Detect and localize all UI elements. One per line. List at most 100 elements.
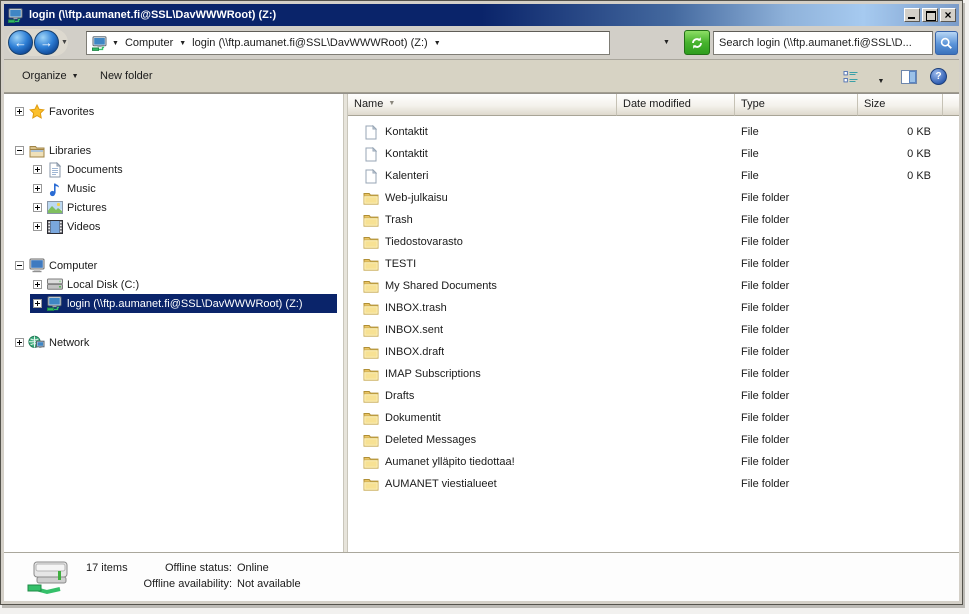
tree-expander[interactable] (33, 280, 42, 289)
recent-pages-dropdown-icon[interactable]: ▼ (61, 39, 68, 46)
file-type: File folder (735, 302, 858, 314)
tree-expander[interactable] (33, 165, 42, 174)
tree-item-label[interactable]: Libraries (49, 145, 91, 157)
tree-expander[interactable] (33, 299, 42, 308)
column-header[interactable]: Name ▼ (348, 94, 617, 116)
file-row[interactable]: Kontaktit File 0 KB (348, 121, 959, 143)
file-name[interactable]: IMAP Subscriptions (385, 368, 481, 380)
tree-item[interactable]: Computer (4, 256, 343, 275)
help-button[interactable]: ? (930, 68, 947, 85)
breadcrumb-current-folder[interactable]: login (\\ftp.aumanet.fi@SSL\DavWWWRoot) … (190, 36, 430, 50)
file-row[interactable]: My Shared Documents File folder (348, 275, 959, 297)
tree-item-label[interactable]: Documents (67, 164, 123, 176)
tree-expander[interactable] (33, 184, 42, 193)
tree-item-label[interactable]: Favorites (49, 106, 94, 118)
file-name[interactable]: Tiedostovarasto (385, 236, 463, 248)
address-bar[interactable]: ▼ Computer ▼ login (\\ftp.aumanet.fi@SSL… (86, 31, 610, 55)
tree-expander[interactable] (15, 146, 24, 155)
file-name[interactable]: Deleted Messages (385, 434, 476, 446)
breadcrumb-arrow-icon[interactable]: ▼ (179, 40, 186, 47)
back-button[interactable]: ← (8, 30, 33, 55)
new-folder-button[interactable]: New folder (96, 68, 157, 84)
breadcrumb-arrow-icon[interactable]: ▼ (434, 40, 441, 47)
file-row[interactable]: Dokumentit File folder (348, 407, 959, 429)
file-row[interactable]: INBOX.sent File folder (348, 319, 959, 341)
tree-expander[interactable] (33, 203, 42, 212)
tree-item[interactable]: Favorites (4, 102, 343, 121)
file-row[interactable]: Web-julkaisu File folder (348, 187, 959, 209)
organize-button[interactable]: Organize ▼ (18, 68, 83, 84)
preview-pane-button[interactable] (900, 69, 918, 85)
forward-button[interactable]: → (34, 30, 59, 55)
tree-item[interactable]: Pictures (4, 198, 343, 217)
close-button[interactable] (940, 8, 956, 22)
tree-item[interactable]: Local Disk (C:) (4, 275, 343, 294)
views-button[interactable] (842, 69, 860, 85)
maximize-button[interactable] (922, 8, 938, 22)
file-size: 0 KB (858, 148, 943, 160)
file-name[interactable]: Kontaktit (385, 126, 428, 138)
tree-item-label[interactable]: Music (67, 183, 96, 195)
tree-item[interactable]: Music (4, 179, 343, 198)
file-row[interactable]: Tiedostovarasto File folder (348, 231, 959, 253)
file-name[interactable]: Web-julkaisu (385, 192, 448, 204)
file-name[interactable]: Aumanet ylläpito tiedottaa! (385, 456, 515, 468)
column-header[interactable]: Type ▼ (735, 94, 858, 116)
search-button[interactable] (935, 31, 958, 55)
tree-item-label[interactable]: login (\\ftp.aumanet.fi@SSL\DavWWWRoot) … (67, 298, 303, 310)
file-icon (362, 146, 379, 162)
tree-expander[interactable] (15, 261, 24, 270)
address-root-dropdown-icon[interactable]: ▼ (112, 40, 119, 47)
file-name[interactable]: TESTI (385, 258, 416, 270)
file-row[interactable]: AUMANET viestialueet File folder (348, 473, 959, 495)
tree-item-icon (46, 181, 63, 197)
file-row[interactable]: Kontaktit File 0 KB (348, 143, 959, 165)
tree-expander[interactable] (33, 222, 42, 231)
tree-item-icon (46, 296, 63, 312)
file-row[interactable]: Aumanet ylläpito tiedottaa! File folder (348, 451, 959, 473)
breadcrumb-computer[interactable]: Computer (123, 36, 175, 50)
column-header[interactable]: Size ▼ (858, 94, 943, 116)
file-row[interactable]: INBOX.draft File folder (348, 341, 959, 363)
views-dropdown-icon[interactable]: ▼ (872, 73, 890, 89)
tree-expander[interactable] (15, 338, 24, 347)
refresh-button[interactable] (684, 30, 710, 55)
tree-item[interactable]: Libraries (4, 141, 343, 160)
file-name[interactable]: INBOX.sent (385, 324, 443, 336)
column-header[interactable]: Date modified ▼ (617, 94, 735, 116)
file-name[interactable]: My Shared Documents (385, 280, 497, 292)
tree-item[interactable]: Network (4, 333, 343, 352)
search-input[interactable] (714, 32, 932, 54)
title-bar[interactable]: login (\\ftp.aumanet.fi@SSL\DavWWWRoot) … (4, 4, 959, 26)
file-type: File folder (735, 478, 858, 490)
file-row[interactable]: TESTI File folder (348, 253, 959, 275)
address-drive-icon[interactable] (91, 36, 108, 51)
file-name[interactable]: AUMANET viestialueet (385, 478, 497, 490)
address-history-dropdown-icon[interactable]: ▼ (663, 39, 670, 46)
tree-expander[interactable] (15, 107, 24, 116)
file-name[interactable]: Kalenteri (385, 170, 428, 182)
file-name[interactable]: INBOX.draft (385, 346, 444, 358)
file-name[interactable]: Drafts (385, 390, 414, 402)
tree-item-label[interactable]: Pictures (67, 202, 107, 214)
tree-item-label[interactable]: Local Disk (C:) (67, 279, 139, 291)
file-row[interactable]: IMAP Subscriptions File folder (348, 363, 959, 385)
tree-item-icon (46, 277, 63, 293)
file-name[interactable]: Dokumentit (385, 412, 441, 424)
tree-item-label[interactable]: Videos (67, 221, 100, 233)
tree-item[interactable]: Documents (4, 160, 343, 179)
file-name[interactable]: Trash (385, 214, 413, 226)
file-name[interactable]: INBOX.trash (385, 302, 447, 314)
tree-item-label[interactable]: Network (49, 337, 89, 349)
tree-item-label[interactable]: Computer (49, 260, 97, 272)
minimize-button[interactable] (904, 8, 920, 22)
file-name[interactable]: Kontaktit (385, 148, 428, 160)
file-row[interactable]: INBOX.trash File folder (348, 297, 959, 319)
main-area: Favorites Libraries Documents Music Pict… (4, 93, 959, 552)
file-row[interactable]: Kalenteri File 0 KB (348, 165, 959, 187)
tree-item[interactable]: Videos (4, 217, 343, 236)
tree-item[interactable]: login (\\ftp.aumanet.fi@SSL\DavWWWRoot) … (4, 294, 343, 313)
file-row[interactable]: Trash File folder (348, 209, 959, 231)
file-row[interactable]: Deleted Messages File folder (348, 429, 959, 451)
file-row[interactable]: Drafts File folder (348, 385, 959, 407)
